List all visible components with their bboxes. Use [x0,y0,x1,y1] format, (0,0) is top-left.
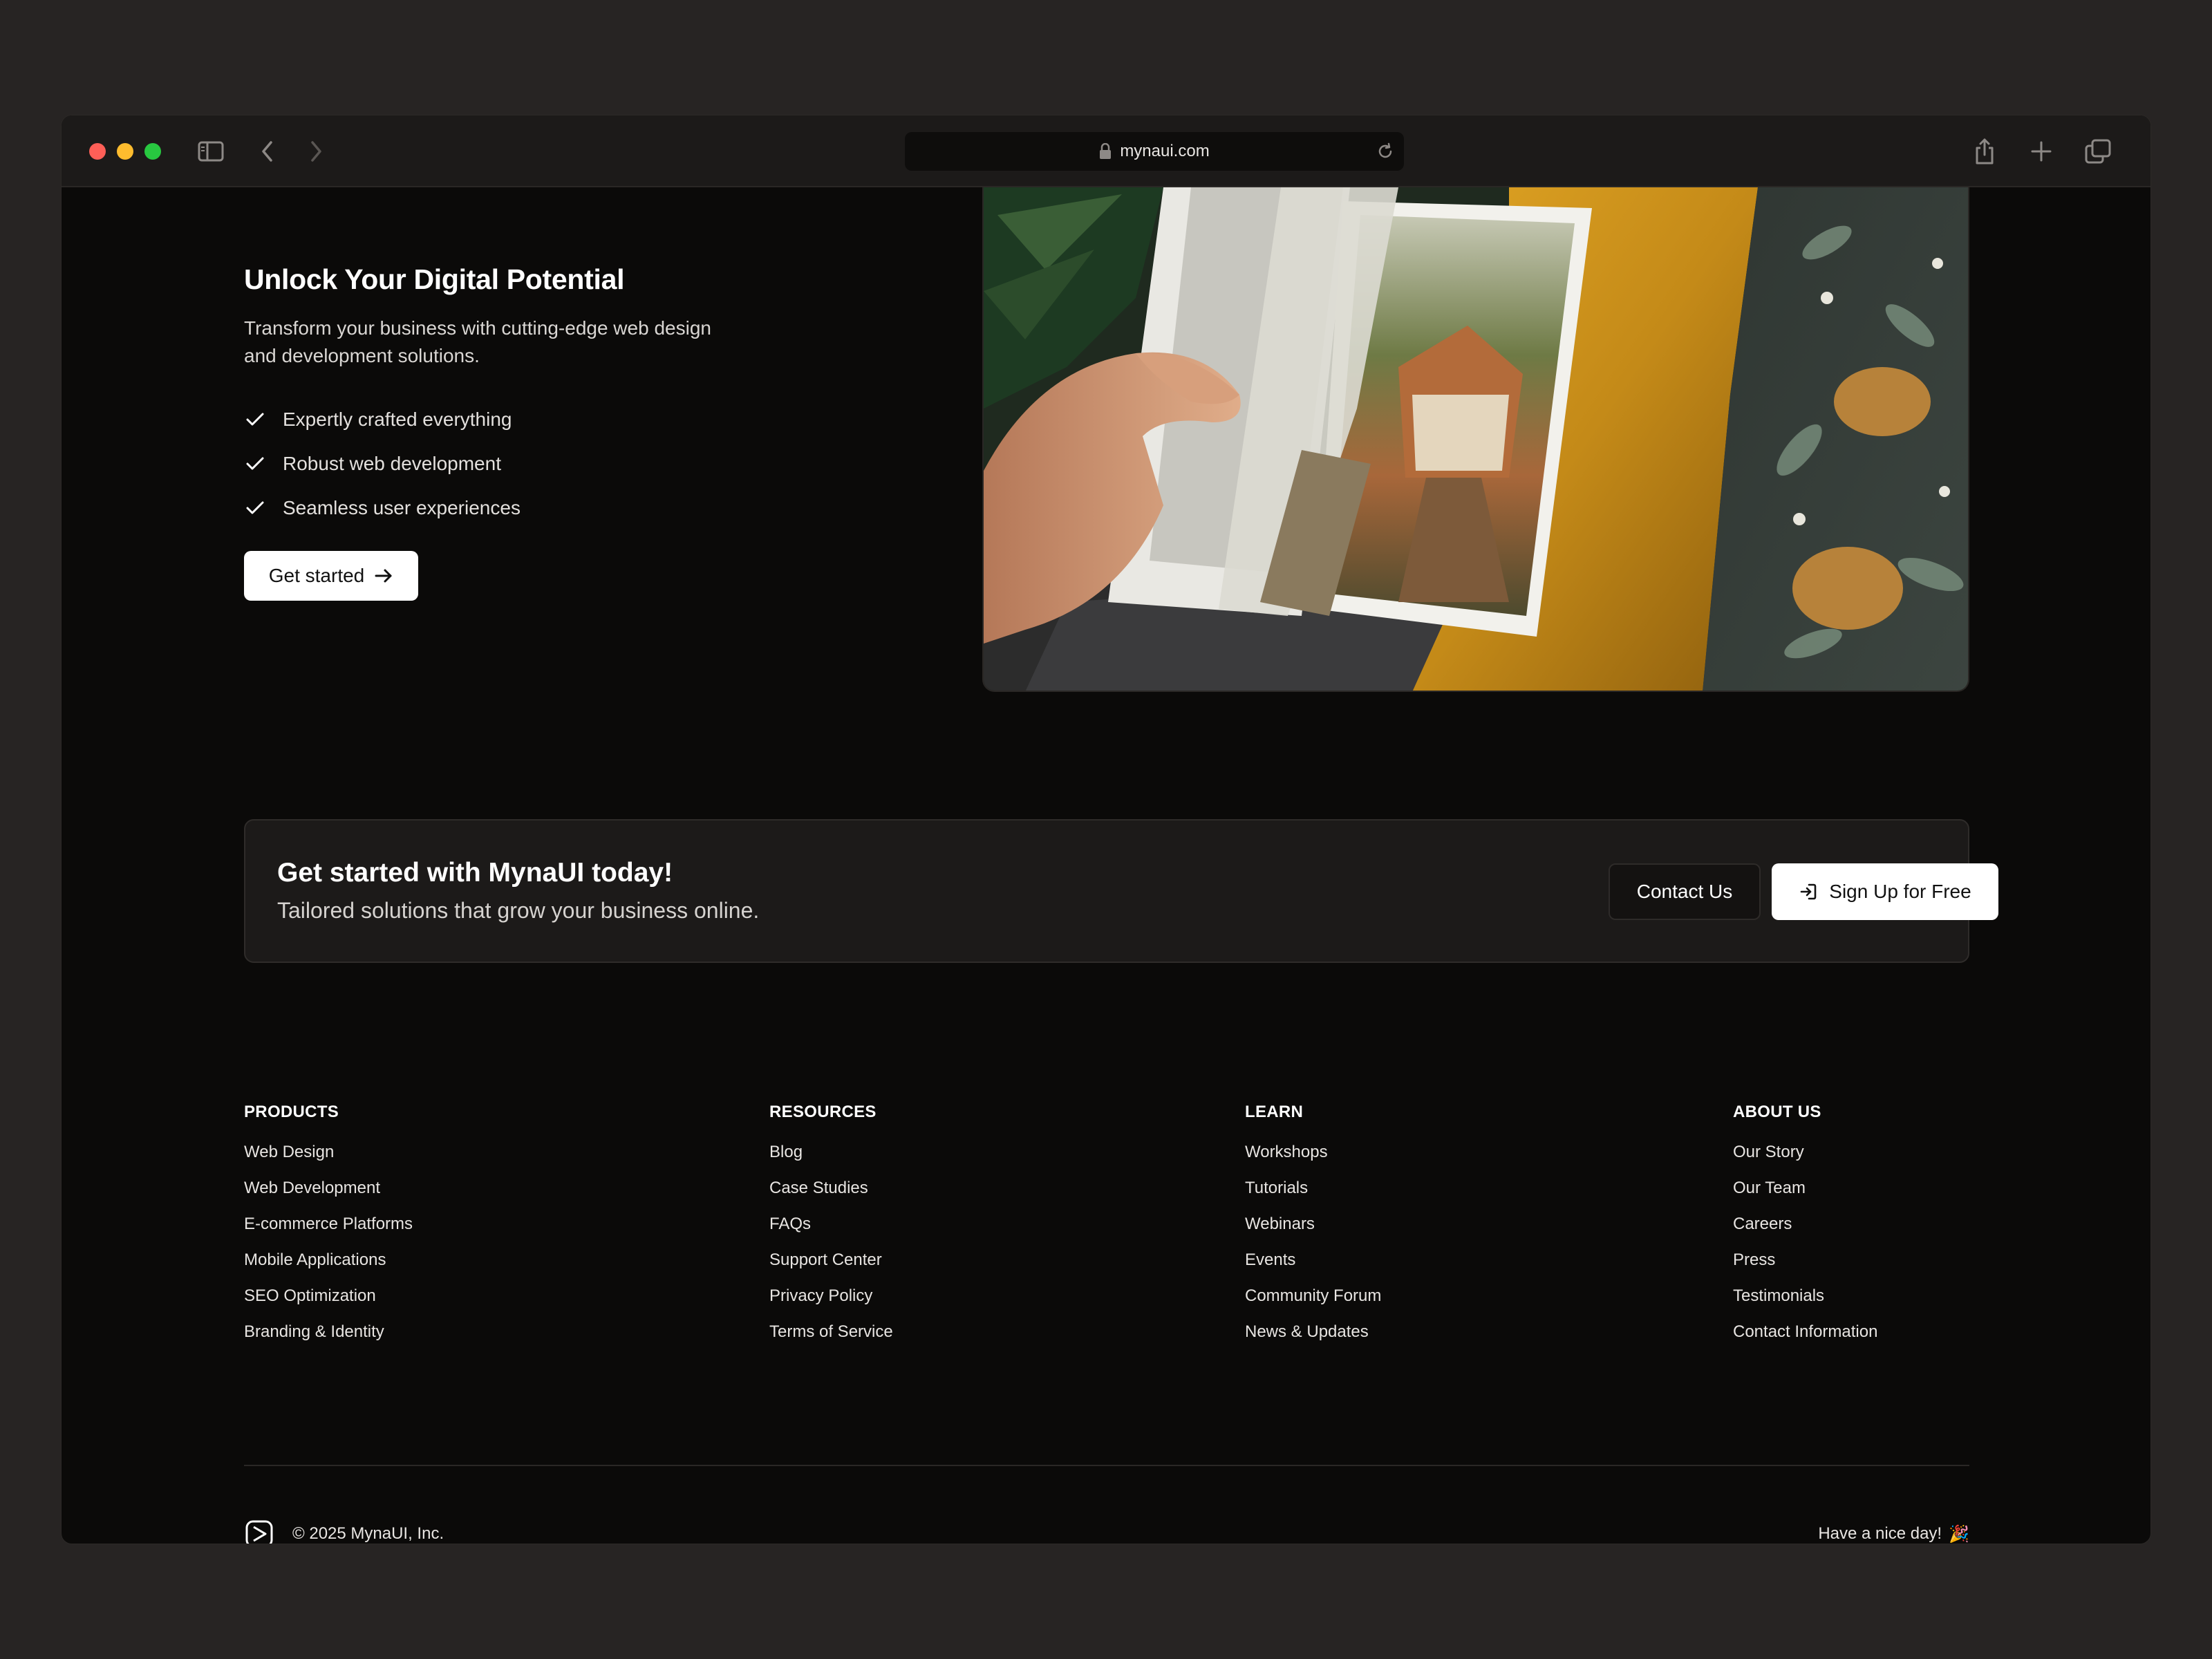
footer-heading: LEARN [1245,1103,1304,1121]
get-started-label: Get started [268,565,365,586]
footer-link[interactable]: E-commerce Platforms [244,1206,413,1242]
footer-bottom-bar: © 2025 MynaUI, Inc. Have a nice day! 🎉 [244,1513,1969,1544]
contact-us-button[interactable]: Contact Us [1609,863,1761,920]
back-chevron-icon[interactable] [252,136,283,167]
hero-photo [982,187,1969,692]
footer-divider [244,1465,1969,1466]
footer-link[interactable]: Contact Information [1733,1314,1877,1350]
footer-heading: PRODUCTS [244,1103,339,1121]
footer-link[interactable]: Careers [1733,1206,1877,1242]
browser-window: mynaui.com Unlock Your Digital Potential… [61,115,2151,1544]
lock-icon [1099,143,1112,160]
footer-link[interactable]: Press [1733,1242,1877,1278]
share-icon[interactable] [1969,136,2000,167]
footer-link[interactable]: Terms of Service [769,1314,893,1350]
footer-link[interactable]: Workshops [1245,1134,1381,1170]
reload-icon[interactable] [1376,142,1394,165]
feature-label: Seamless user experiences [283,497,521,518]
footer-column-learn: LEARN Workshops Tutorials Webinars Event… [1245,1098,1381,1350]
cta-banner: Get started with MynaUI today! Tailored … [244,819,1998,963]
tagline-text: Have a nice day! [1818,1524,1942,1543]
sidebar-icon[interactable] [196,136,226,167]
footer-heading: RESOURCES [769,1103,877,1121]
minimize-window-button[interactable] [117,143,133,160]
footer-link[interactable]: Testimonials [1733,1278,1877,1314]
cta-subtitle: Tailored solutions that grow your busine… [277,898,760,923]
check-icon [244,497,266,519]
footer-link[interactable]: Mobile Applications [244,1242,413,1278]
check-icon [244,409,266,431]
cta-title: Get started with MynaUI today! [277,858,673,888]
page-content: Unlock Your Digital Potential Transform … [62,187,2150,1544]
check-icon [244,453,266,475]
footer-column-products: PRODUCTS Web Design Web Development E-co… [244,1098,413,1350]
hero-title: Unlock Your Digital Potential [244,263,625,295]
footer-link[interactable]: Our Story [1733,1134,1877,1170]
feature-item: Expertly crafted everything [244,397,521,442]
footer-link[interactable]: Community Forum [1245,1278,1381,1314]
sign-in-icon [1799,882,1818,901]
feature-list: Expertly crafted everything Robust web d… [244,397,521,530]
tabs-icon[interactable] [2083,136,2113,167]
footer-link[interactable]: Support Center [769,1242,893,1278]
footer-link[interactable]: News & Updates [1245,1314,1381,1350]
footer-tagline: Have a nice day! 🎉 [1818,1524,1969,1544]
feature-item: Robust web development [244,442,521,486]
footer-column-resources: RESOURCES Blog Case Studies FAQs Support… [769,1098,893,1350]
close-window-button[interactable] [89,143,106,160]
footer-link[interactable]: Web Design [244,1134,413,1170]
feature-label: Expertly crafted everything [283,409,512,430]
footer-heading: ABOUT US [1733,1103,1821,1121]
footer-link[interactable]: Privacy Policy [769,1278,893,1314]
address-url: mynaui.com [1120,142,1210,160]
arrow-right-icon [374,568,393,584]
forward-chevron-icon[interactable] [301,136,331,167]
sign-up-button[interactable]: Sign Up for Free [1772,863,1998,920]
contact-us-label: Contact Us [1636,881,1733,902]
logo-icon[interactable] [244,1519,274,1544]
footer-link[interactable]: Webinars [1245,1206,1381,1242]
footer-link[interactable]: Our Team [1733,1170,1877,1206]
party-popper-icon: 🎉 [1949,1524,1969,1544]
footer-link[interactable]: SEO Optimization [244,1278,413,1314]
footer-link[interactable]: Blog [769,1134,893,1170]
footer-link[interactable]: Web Development [244,1170,413,1206]
footer-link[interactable]: Tutorials [1245,1170,1381,1206]
plus-icon[interactable] [2026,136,2056,167]
footer-link[interactable]: Branding & Identity [244,1314,413,1350]
sign-up-label: Sign Up for Free [1829,881,1971,902]
footer-link[interactable]: Case Studies [769,1170,893,1206]
feature-item: Seamless user experiences [244,486,521,530]
address-bar[interactable]: mynaui.com [905,132,1404,171]
footer-link[interactable]: FAQs [769,1206,893,1242]
copyright-text: © 2025 MynaUI, Inc. [292,1524,444,1543]
feature-label: Robust web development [283,453,501,474]
footer-column-about: ABOUT US Our Story Our Team Careers Pres… [1733,1098,1877,1350]
maximize-window-button[interactable] [144,143,161,160]
footer-link[interactable]: Events [1245,1242,1381,1278]
hero-subtitle: Transform your business with cutting-edg… [244,317,711,366]
browser-titlebar: mynaui.com [62,115,2150,187]
get-started-button[interactable]: Get started [244,551,418,601]
